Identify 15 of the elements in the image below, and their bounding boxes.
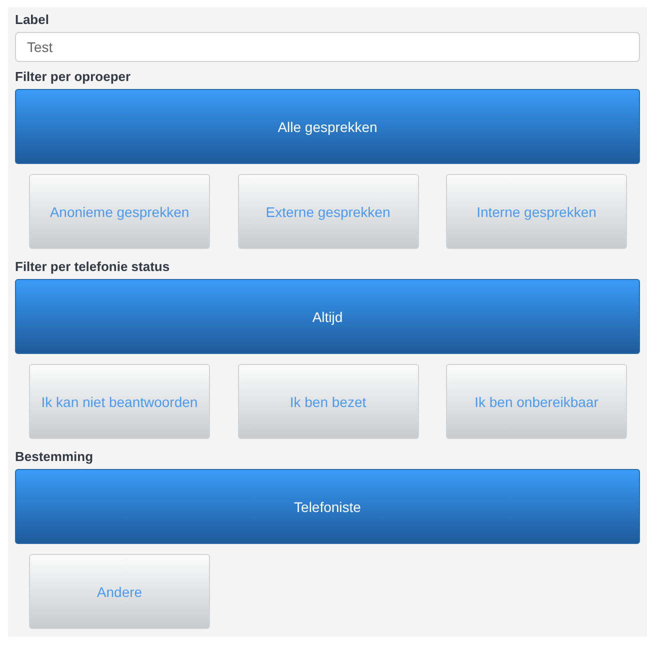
option-button[interactable]: Ik kan niet beantwoorden [29, 364, 210, 439]
option-button[interactable]: Ik ben bezet [238, 364, 418, 439]
section-heading: Bestemming [15, 448, 94, 465]
option-button[interactable]: Andere [29, 554, 210, 629]
label-input-field[interactable]: Test [15, 32, 640, 62]
section-heading: Filter per oproeper [15, 68, 131, 85]
option-button[interactable]: Altijd [15, 279, 640, 354]
option-button[interactable]: Anonieme gesprekken [29, 174, 210, 249]
option-button[interactable]: Alle gesprekken [15, 89, 640, 164]
option-button[interactable]: Externe gesprekken [238, 174, 418, 249]
option-button[interactable]: Interne gesprekken [446, 174, 627, 249]
field-label: Label [15, 11, 49, 28]
option-button[interactable]: Ik ben onbereikbaar [446, 364, 627, 439]
section-heading: Filter per telefonie status [15, 258, 170, 275]
option-button[interactable]: Telefoniste [15, 469, 640, 544]
